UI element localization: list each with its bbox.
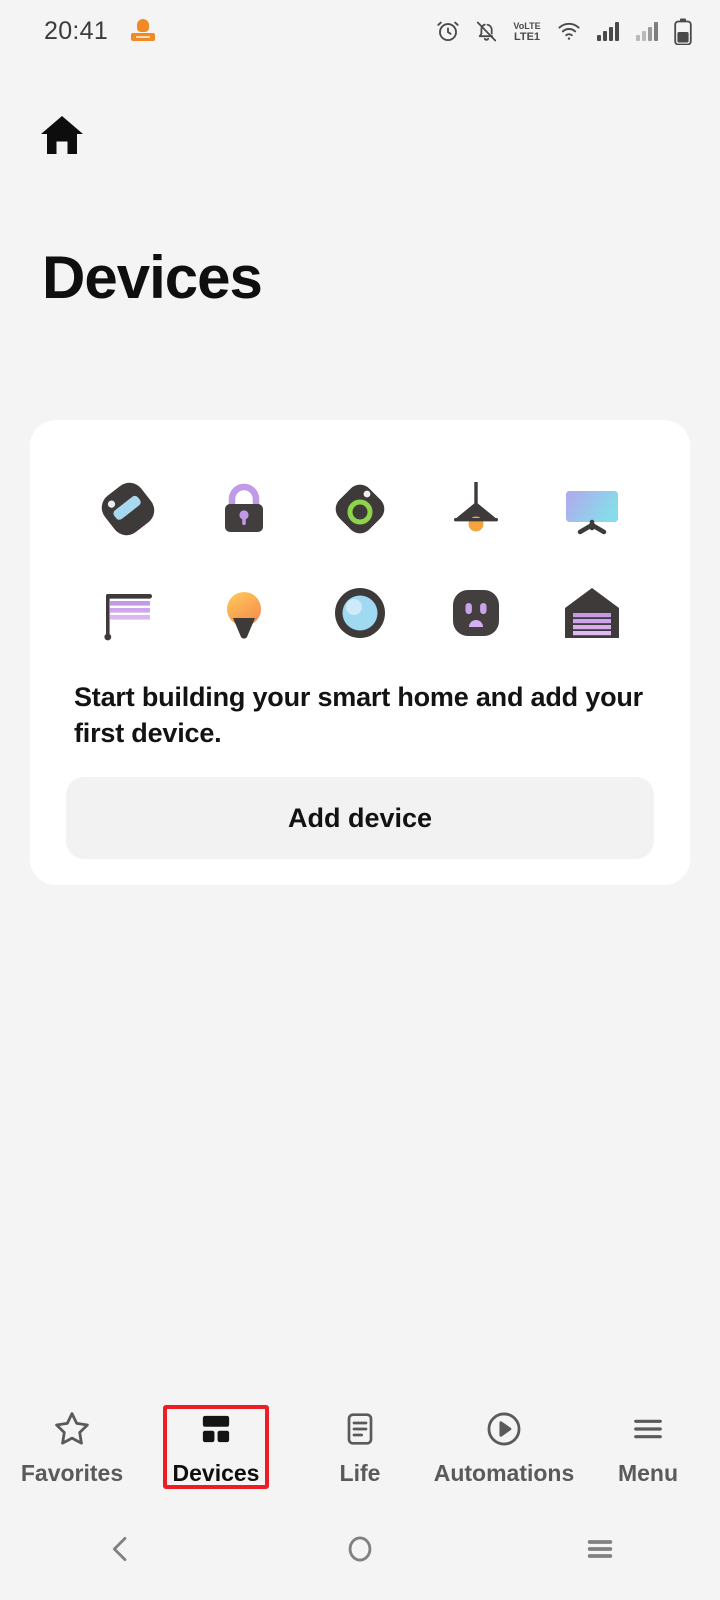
home-button-nav[interactable] xyxy=(300,1516,420,1586)
television-icon xyxy=(534,470,650,548)
tab-favorites[interactable]: Favorites xyxy=(0,1392,144,1502)
battery-icon xyxy=(674,18,692,45)
signal-bars-sim1-icon xyxy=(596,19,622,43)
android-navigation-bar xyxy=(0,1502,720,1600)
play-circle-icon xyxy=(483,1407,525,1451)
svg-text:LTE1: LTE1 xyxy=(514,31,540,43)
home-button[interactable] xyxy=(0,62,720,161)
empty-state-card: Start building your smart home and add y… xyxy=(30,420,690,886)
back-button[interactable] xyxy=(60,1516,180,1586)
power-socket-icon xyxy=(418,574,534,652)
tab-devices[interactable]: Devices xyxy=(144,1392,288,1502)
volte-lte1-icon: VoLTE LTE1 xyxy=(512,18,542,44)
device-icon-grid xyxy=(52,460,668,680)
garage-door-icon xyxy=(534,574,650,652)
home-icon xyxy=(40,116,84,160)
svg-text:VoLTE: VoLTE xyxy=(513,21,540,31)
status-bar-right: VoLTE LTE1 xyxy=(435,18,692,45)
tab-automations[interactable]: Automations xyxy=(432,1392,576,1502)
tab-label-automations: Automations xyxy=(433,1460,575,1486)
sensor-icon xyxy=(302,470,418,548)
back-icon xyxy=(103,1529,137,1574)
light-bulb-icon xyxy=(186,574,302,652)
notification-badge-icon xyxy=(130,18,156,44)
awning-icon xyxy=(70,574,186,652)
robot-vacuum-icon xyxy=(70,470,186,548)
alarm-icon xyxy=(435,18,461,44)
recents-icon xyxy=(581,1529,619,1574)
status-bar: 20:41 VoLTE LTE1 xyxy=(0,0,720,62)
phone-screen: 20:41 VoLTE LTE1 Devices Start building … xyxy=(0,0,720,1600)
grid-icon xyxy=(195,1407,237,1451)
wifi-icon xyxy=(555,19,583,43)
bottom-tab-bar: Favorites Devices Life Automations Menu xyxy=(0,1392,720,1502)
tab-menu[interactable]: Menu xyxy=(576,1392,720,1502)
status-bar-left: 20:41 xyxy=(44,17,156,46)
tab-label-menu: Menu xyxy=(617,1460,679,1486)
star-icon xyxy=(51,1407,93,1451)
home-circle-icon xyxy=(343,1529,377,1574)
motion-sensor-icon xyxy=(302,574,418,652)
empty-state-message: Start building your smart home and add y… xyxy=(74,682,643,748)
document-icon xyxy=(340,1407,380,1451)
hamburger-icon xyxy=(627,1407,669,1451)
tab-life[interactable]: Life xyxy=(288,1392,432,1502)
add-device-button[interactable]: Add device xyxy=(66,777,654,860)
smart-lock-icon xyxy=(186,470,302,548)
recents-button[interactable] xyxy=(540,1516,660,1586)
tab-label-favorites: Favorites xyxy=(20,1460,124,1486)
status-bar-clock: 20:41 xyxy=(44,16,109,45)
notifications-muted-icon xyxy=(474,19,499,44)
page-title: Devices xyxy=(42,244,263,311)
pendant-light-icon xyxy=(418,470,534,548)
tab-label-life: Life xyxy=(339,1460,381,1486)
tab-label-devices: Devices xyxy=(172,1460,260,1486)
signal-bars-sim2-icon xyxy=(635,19,661,43)
